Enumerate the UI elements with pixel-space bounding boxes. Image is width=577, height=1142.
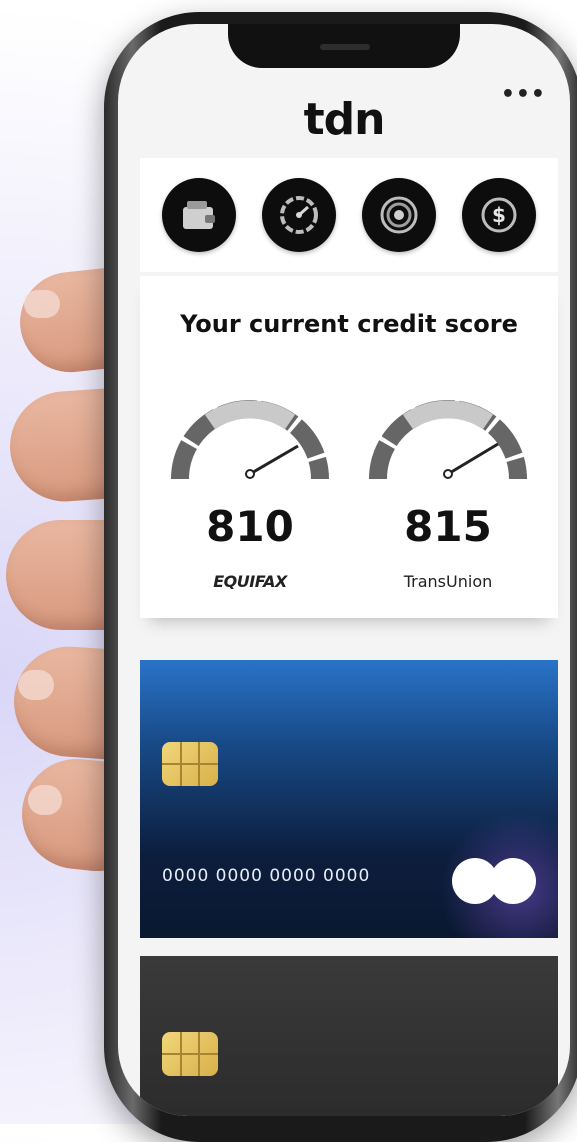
equifax-label: EQUIFAX [213,572,287,591]
card-network-logo-icon [452,858,548,904]
credit-score-title: Your current credit score [180,310,518,338]
card-chip-icon [162,1032,218,1076]
target-icon[interactable] [362,178,436,252]
app-title: tdn [303,94,386,145]
wallet-icon[interactable] [162,178,236,252]
credit-score-card: Your current credit score 810 815 EQUIFA… [140,276,558,618]
transunion-score: 815 [404,502,492,551]
phone-notch [228,24,460,68]
transunion-gauge [369,400,527,480]
bank-card-blue[interactable]: 0000 0000 0000 0000 [140,660,558,938]
card-chip-icon [162,742,218,786]
dollar-coin-icon[interactable]: $ [462,178,536,252]
card-number: 0000 0000 0000 0000 [162,866,371,886]
phone-screen: ••• tdn $ Your current credit score 810 … [118,24,570,1116]
transunion-label: TransUnion [403,572,493,591]
equifax-gauge [171,400,329,480]
quick-actions-bar: $ [140,158,558,272]
bank-card-dark[interactable] [140,956,558,1116]
svg-text:$: $ [492,203,506,227]
speedometer-icon[interactable] [262,178,336,252]
equifax-score: 810 [206,502,294,551]
